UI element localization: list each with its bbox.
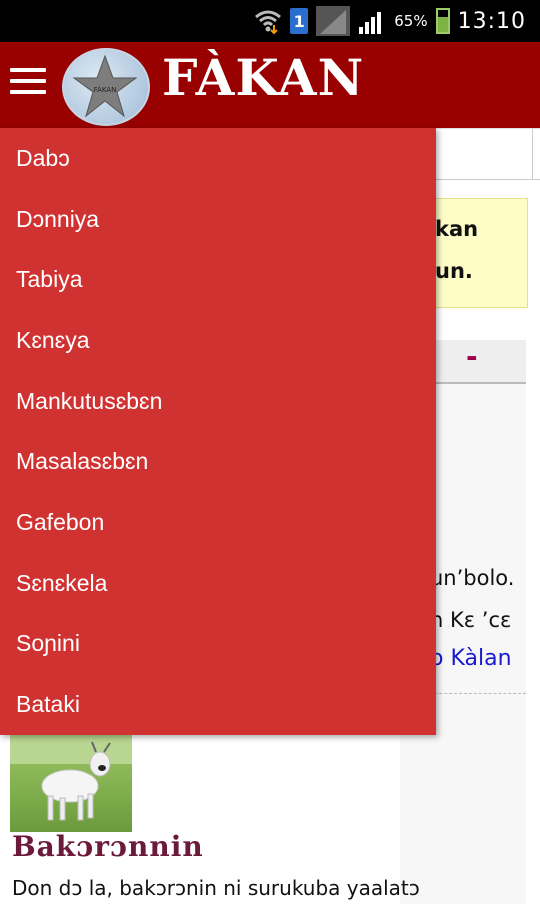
app-title: FÀKAN	[162, 48, 365, 107]
drawer-item-sonini[interactable]: Soɲini	[0, 614, 436, 675]
logo-text: FÀKAN	[94, 85, 117, 94]
drawer-item-label: Bataki	[16, 691, 80, 718]
navigation-drawer: Dabɔ Dɔnniya Tabiya Kɛnɛya Mankutusɛbɛn …	[0, 128, 436, 735]
drawer-item-keneya[interactable]: Kɛnɛya	[0, 310, 436, 371]
drawer-item-tabiya[interactable]: Tabiya	[0, 249, 436, 310]
article-thumbnail[interactable]	[10, 734, 132, 832]
battery-percent: 65%	[394, 12, 428, 30]
notice-line-1: kan	[435, 217, 479, 241]
drawer-item-label: Masalasɛbɛn	[16, 448, 149, 475]
drawer-item-senekela[interactable]: Sɛnɛkela	[0, 553, 436, 614]
app-logo[interactable]: FÀKAN	[62, 48, 150, 126]
drawer-item-mankutuseben[interactable]: Mankutusɛbɛn	[0, 371, 436, 432]
drawer-item-donniya[interactable]: Dɔnniya	[0, 189, 436, 250]
status-bar: 1 65% 13:10	[0, 0, 540, 42]
app-bar: FÀKAN FÀKAN	[0, 42, 540, 128]
article-title[interactable]: Bakɔrɔnnin	[12, 830, 204, 863]
status-icons: 1 65% 13:10	[254, 0, 526, 42]
signal-strength-icon	[359, 12, 382, 34]
star-icon: FÀKAN	[72, 54, 138, 118]
drawer-item-label: Soɲini	[16, 630, 80, 657]
battery-icon	[435, 8, 450, 34]
drawer-item-label: Sɛnɛkela	[16, 569, 108, 596]
drawer-item-bataki[interactable]: Bataki	[0, 674, 436, 735]
body-text-line-2: n Kɛ ’cɛ	[430, 608, 512, 632]
signal-empty-icon	[316, 6, 351, 36]
drawer-item-label: Mankutusɛbɛn	[16, 387, 163, 414]
drawer-item-label: Dɔnniya	[16, 205, 100, 232]
drawer-item-label: Tabiya	[16, 266, 83, 293]
wifi-icon	[255, 10, 282, 35]
clock: 13:10	[457, 8, 526, 34]
body-text-line-1: un’bolo.	[430, 566, 515, 590]
menu-icon[interactable]	[10, 68, 46, 98]
tab-strip	[436, 128, 540, 180]
notice-line-2: un.	[435, 259, 473, 283]
drawer-item-label: Dabɔ	[16, 144, 70, 171]
drawer-item-dabo[interactable]: Dabɔ	[0, 128, 436, 189]
article-snippet: Don dɔ la, bakɔrɔnin ni surukuba yaalatɔ	[12, 876, 420, 900]
drawer-item-masalaseben[interactable]: Masalasɛbɛn	[0, 431, 436, 492]
drawer-item-label: Gafebon	[16, 508, 105, 535]
goat-image	[10, 734, 132, 821]
collapse-icon[interactable]: -	[466, 340, 478, 373]
drawer-item-gafebon[interactable]: Gafebon	[0, 492, 436, 553]
drawer-item-label: Kɛnɛya	[16, 326, 90, 353]
article-link[interactable]: o Kàlan	[430, 646, 512, 671]
sim-indicator: 1	[290, 8, 309, 34]
